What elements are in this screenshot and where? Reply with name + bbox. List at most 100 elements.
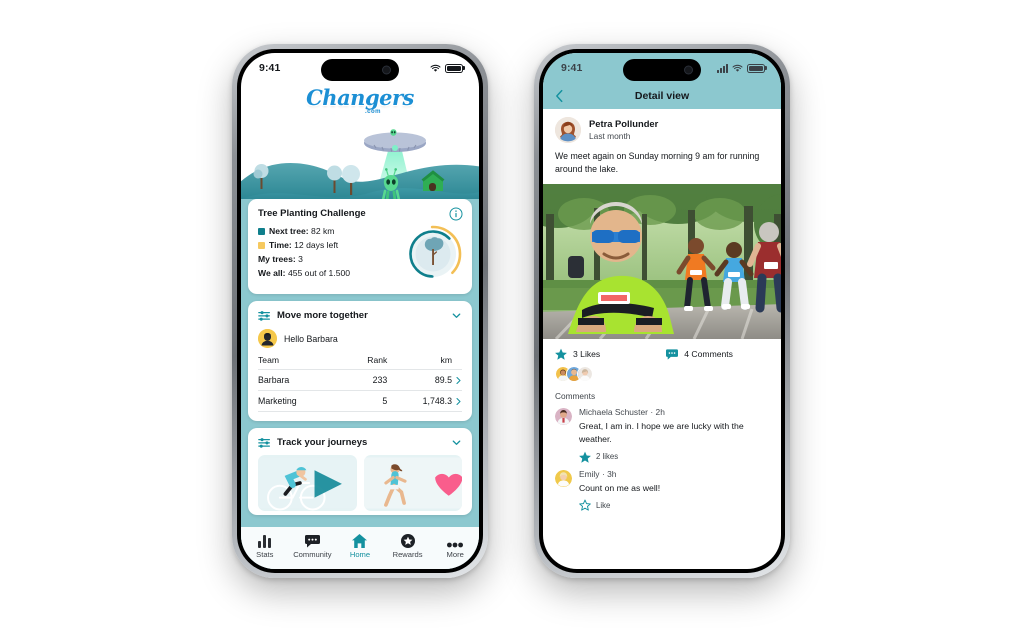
bottom-tab-bar: Stats Community Home Rewards More bbox=[241, 527, 479, 569]
stat-label: Next tree: bbox=[269, 226, 309, 236]
sliders-icon bbox=[258, 311, 270, 321]
back-chevron-icon[interactable] bbox=[555, 89, 564, 103]
liker-avatars[interactable] bbox=[543, 360, 781, 383]
tab-community[interactable]: Community bbox=[289, 534, 337, 559]
comment-body: Emily · 3h Count on me as well! Like bbox=[579, 469, 769, 512]
battery-icon bbox=[747, 63, 765, 73]
row-chevron[interactable] bbox=[452, 369, 462, 391]
journey-tile-running[interactable] bbox=[363, 455, 462, 511]
phone-right: 9:41 Detail view Petra Pollunder Last mo… bbox=[534, 44, 790, 578]
status-time: 9:41 bbox=[561, 62, 583, 74]
column-header-rank: Rank bbox=[343, 354, 388, 370]
cell-km: 1,748.3 bbox=[387, 390, 452, 412]
card-title: Move more together bbox=[277, 310, 368, 321]
tab-label: Rewards bbox=[392, 549, 423, 559]
star-filled-icon[interactable] bbox=[555, 348, 567, 361]
stat-value: 3 bbox=[298, 253, 303, 264]
star-filled-icon[interactable] bbox=[579, 451, 591, 463]
dynamic-island bbox=[321, 59, 399, 81]
avatar-michaela bbox=[555, 408, 572, 426]
chevron-right-icon[interactable] bbox=[455, 397, 462, 406]
comment-time: 2h bbox=[655, 407, 665, 418]
stat-we-all: We all: 455 out of 1.500 bbox=[258, 267, 402, 281]
info-icon[interactable] bbox=[449, 207, 463, 221]
row-chevron[interactable] bbox=[452, 390, 462, 412]
status-time: 9:41 bbox=[259, 62, 281, 74]
move-more-together-card[interactable]: Move more together Hello Barbara Team Ra… bbox=[248, 301, 472, 421]
status-bar-left: 9:41 bbox=[241, 53, 479, 83]
table-row[interactable]: Marketing 5 1,748.3 bbox=[258, 390, 462, 412]
sliders-icon bbox=[258, 438, 270, 448]
avatar-image bbox=[555, 117, 581, 143]
battery-icon bbox=[445, 63, 463, 73]
tab-home[interactable]: Home bbox=[336, 533, 384, 559]
post-photo[interactable] bbox=[543, 184, 781, 340]
card-header: Track your journeys bbox=[258, 437, 462, 448]
star-outline-icon[interactable] bbox=[579, 499, 591, 511]
comment-time: 3h bbox=[607, 468, 617, 479]
tab-label: Community bbox=[293, 549, 332, 559]
greeting-row: Hello Barbara bbox=[258, 329, 462, 348]
likes-group[interactable]: 3 Likes bbox=[555, 348, 666, 361]
home-icon bbox=[352, 533, 368, 548]
runners-on-park-path-photo bbox=[543, 184, 781, 340]
legend-swatch-gold bbox=[258, 242, 265, 250]
column-header-team: Team bbox=[258, 354, 344, 370]
comment-like-row[interactable]: 2 likes bbox=[579, 451, 769, 463]
comment-like-row[interactable]: Like bbox=[579, 499, 769, 511]
star-badge-icon bbox=[400, 533, 415, 548]
comment-like-label: 2 likes bbox=[596, 452, 619, 462]
progress-ring bbox=[402, 223, 464, 285]
table-header-row: Team Rank km bbox=[258, 354, 462, 370]
tab-stats[interactable]: Stats bbox=[241, 534, 289, 559]
chevron-right-icon[interactable] bbox=[455, 376, 462, 385]
phone-right-screen: 9:41 Detail view Petra Pollunder Last mo… bbox=[543, 53, 781, 569]
cyclist-illustration bbox=[258, 457, 357, 511]
page-title: Detail view bbox=[634, 90, 690, 102]
tree-card-body: Next tree: 82 km Time: 12 days left My t… bbox=[258, 225, 462, 285]
chevron-down-icon[interactable] bbox=[451, 437, 462, 448]
likes-count: 3 Likes bbox=[573, 349, 601, 360]
comment-item[interactable]: Michaela Schuster · 2h Great, I am in. I… bbox=[543, 401, 781, 463]
table-row[interactable]: Barbara 233 89.5 bbox=[258, 369, 462, 391]
journey-tiles bbox=[258, 455, 462, 511]
post-timestamp: Last month bbox=[589, 130, 631, 141]
stat-next-tree: Next tree: 82 km bbox=[258, 225, 402, 239]
tab-rewards[interactable]: Rewards bbox=[384, 533, 432, 559]
status-indicators bbox=[430, 63, 463, 73]
home-content: Tree Planting Challenge Next tree: 82 km bbox=[241, 199, 479, 569]
stat-my-trees: My trees: 3 bbox=[258, 253, 402, 267]
comments-group[interactable]: 4 Comments bbox=[666, 348, 733, 360]
stat-label: Time: bbox=[269, 239, 292, 250]
runner-illustration bbox=[363, 457, 462, 509]
chevron-down-icon[interactable] bbox=[451, 310, 462, 321]
post-author-row[interactable]: Petra Pollunder Last month bbox=[543, 109, 781, 150]
tree-card-stats: Next tree: 82 km Time: 12 days left My t… bbox=[258, 225, 402, 281]
phone-right-bezel: 9:41 Detail view Petra Pollunder Last mo… bbox=[539, 49, 785, 573]
comment-bubble-icon[interactable] bbox=[666, 349, 679, 360]
avatar-emily bbox=[555, 469, 572, 487]
legend-swatch-teal bbox=[258, 228, 265, 236]
tree-planting-challenge-card[interactable]: Tree Planting Challenge Next tree: 82 km bbox=[248, 199, 472, 294]
cell-km: 89.5 bbox=[387, 369, 452, 391]
tab-more[interactable]: More bbox=[431, 534, 479, 559]
track-your-journeys-card[interactable]: Track your journeys bbox=[248, 428, 472, 515]
comment-text: Great, I am in. I hope we are lucky with… bbox=[579, 421, 744, 444]
avatar-petra bbox=[555, 117, 581, 143]
screenshot-canvas: 9:41 Changers .com Tree Planting Challen… bbox=[0, 0, 1024, 640]
tab-label: More bbox=[446, 549, 464, 559]
journey-tile-cycling[interactable] bbox=[258, 455, 357, 511]
comment-like-label: Like bbox=[596, 500, 611, 510]
phone-left: 9:41 Changers .com Tree Planting Challen… bbox=[232, 44, 488, 578]
phone-left-screen: 9:41 Changers .com Tree Planting Challen… bbox=[241, 53, 479, 569]
comment-item[interactable]: Emily · 3h Count on me as well! Like bbox=[543, 463, 781, 512]
status-bar-right: 9:41 bbox=[543, 53, 781, 83]
chat-bubble-icon bbox=[304, 534, 320, 548]
front-camera-icon bbox=[684, 65, 693, 75]
card-header: Move more together bbox=[258, 310, 462, 321]
front-camera-icon bbox=[382, 65, 391, 75]
stat-time: Time: 12 days left bbox=[258, 239, 402, 253]
cell-team: Barbara bbox=[258, 369, 344, 391]
status-indicators bbox=[717, 63, 765, 73]
comment-author-name: Emily bbox=[579, 468, 600, 479]
